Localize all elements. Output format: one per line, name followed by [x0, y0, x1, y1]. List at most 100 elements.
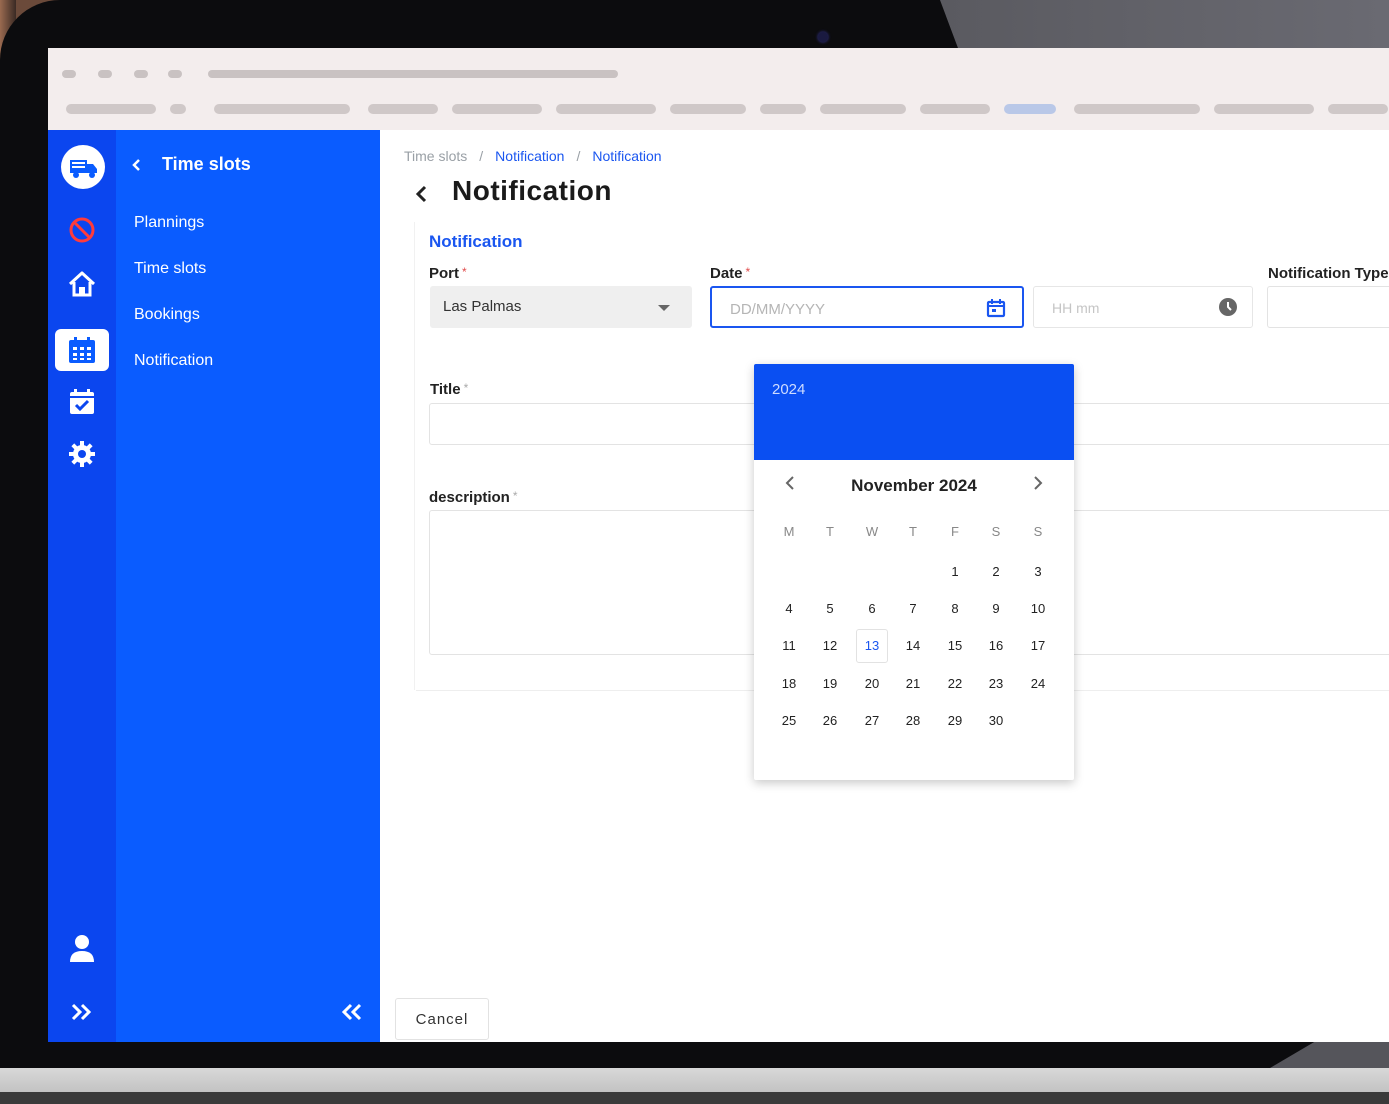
description-label: description *	[429, 489, 518, 506]
next-month-icon[interactable]	[1032, 474, 1044, 497]
day-cell[interactable]: 30	[980, 706, 1012, 736]
day-cell[interactable]: 23	[980, 669, 1012, 699]
day-cell[interactable]: 18	[773, 669, 805, 699]
sidebar-title[interactable]: Time slots	[162, 154, 251, 175]
back-icon[interactable]	[62, 70, 76, 78]
bookmark-item[interactable]	[452, 104, 542, 114]
collapse-sidebar-icon[interactable]	[340, 1002, 364, 1027]
port-select[interactable]: Las Palmas	[430, 286, 692, 328]
forward-icon[interactable]	[98, 70, 112, 78]
page-title: Notification	[452, 175, 612, 206]
address-bar[interactable]	[208, 70, 618, 78]
bookmark-item[interactable]	[556, 104, 656, 114]
calendar-grid-icon[interactable]	[66, 334, 98, 366]
day-cell[interactable]: 16	[980, 631, 1012, 661]
day-cell[interactable]: 12	[814, 631, 846, 661]
webcam	[818, 32, 828, 42]
day-cell[interactable]: 10	[1022, 594, 1054, 624]
day-cell[interactable]: 7	[897, 594, 929, 624]
day-cell[interactable]: 19	[814, 669, 846, 699]
sidebar-item-bookings[interactable]: Bookings	[134, 306, 200, 324]
sidebar: Time slots Plannings Time slots Bookings…	[116, 130, 380, 1042]
bookmark-item[interactable]	[820, 104, 906, 114]
notification-type-select[interactable]	[1267, 286, 1389, 328]
day-cell[interactable]: 22	[939, 669, 971, 699]
day-cell[interactable]: 5	[814, 594, 846, 624]
month-navigation: November 2024	[754, 472, 1074, 500]
date-input[interactable]: DD/MM/YYYY	[710, 286, 1024, 328]
weekday-label: S	[1033, 524, 1043, 539]
day-cell[interactable]: 4	[773, 594, 805, 624]
day-cell[interactable]: 29	[939, 706, 971, 736]
cancel-button[interactable]: Cancel	[395, 998, 489, 1040]
calendar-check-icon[interactable]	[66, 386, 98, 418]
port-select-value: Las Palmas	[443, 298, 522, 315]
weekday-label: T	[826, 524, 834, 539]
breadcrumb-item[interactable]: Time slots	[404, 148, 467, 164]
day-cell[interactable]: 17	[1022, 631, 1054, 661]
date-picker-year[interactable]: 2024	[772, 381, 805, 398]
weekday-label: F	[951, 524, 959, 539]
day-cell[interactable]: 26	[814, 706, 846, 736]
clock-icon[interactable]	[1218, 297, 1238, 317]
back-button[interactable]	[404, 176, 440, 212]
bookmark-item[interactable]	[66, 104, 156, 114]
bookmark-item[interactable]	[368, 104, 438, 114]
title-label: Title *	[430, 381, 469, 398]
day-cell[interactable]: 28	[897, 706, 929, 736]
day-cell[interactable]: 27	[856, 706, 888, 736]
day-cell[interactable]: 21	[897, 669, 929, 699]
breadcrumb-item[interactable]: Notification	[592, 148, 661, 164]
bookmark-item[interactable]	[1004, 104, 1056, 114]
day-cell[interactable]: 2	[980, 557, 1012, 587]
expand-icon[interactable]	[66, 996, 98, 1028]
laptop-base-shadow	[0, 1092, 1389, 1104]
bookmark-item[interactable]	[1214, 104, 1314, 114]
user-icon[interactable]	[66, 932, 98, 964]
day-cell[interactable]: 24	[1022, 669, 1054, 699]
sidebar-item-time-slots[interactable]: Time slots	[134, 260, 206, 278]
chevron-left-icon[interactable]	[132, 154, 142, 177]
day-cell[interactable]: 11	[773, 631, 805, 661]
sidebar-item-notification[interactable]: Notification	[134, 352, 213, 370]
bookmark-item[interactable]	[920, 104, 990, 114]
day-cell[interactable]: 20	[856, 669, 888, 699]
sidebar-item-plannings[interactable]: Plannings	[134, 214, 204, 232]
day-cell[interactable]: 9	[980, 594, 1012, 624]
notification-type-label: Notification Type	[1268, 265, 1389, 282]
day-cell[interactable]: 3	[1022, 557, 1054, 587]
calendar-icon[interactable]	[986, 298, 1006, 318]
bookmark-item[interactable]	[670, 104, 746, 114]
bookmark-item[interactable]	[1328, 104, 1388, 114]
port-label: Port *	[429, 265, 467, 282]
no-entry-icon[interactable]	[66, 214, 98, 246]
home-browser-icon[interactable]	[168, 70, 182, 78]
home-icon[interactable]	[66, 268, 98, 300]
day-cell[interactable]: 1	[939, 557, 971, 587]
day-cell[interactable]: 6	[856, 594, 888, 624]
breadcrumb: Time slots / Notification / Notification	[404, 148, 662, 164]
browser-chrome	[48, 48, 1389, 130]
date-placeholder: DD/MM/YYYY	[730, 301, 826, 318]
breadcrumb-item[interactable]: Notification	[495, 148, 564, 164]
time-input[interactable]: HH mm	[1033, 286, 1253, 328]
day-cell[interactable]: 14	[897, 631, 929, 661]
bookmark-item[interactable]	[1074, 104, 1200, 114]
truck-logo-icon[interactable]	[61, 145, 105, 189]
reload-icon[interactable]	[134, 70, 148, 78]
time-placeholder: HH mm	[1052, 300, 1100, 316]
weekday-label: S	[991, 524, 1001, 539]
gear-icon[interactable]	[66, 438, 98, 470]
bezel-reflection	[940, 0, 1389, 48]
date-picker-header: 2024	[754, 364, 1074, 460]
day-cell[interactable]: 25	[773, 706, 805, 736]
month-label[interactable]: November 2024	[754, 476, 1074, 496]
day-cell-today[interactable]: 13	[856, 629, 888, 663]
bookmark-item[interactable]	[214, 104, 350, 114]
bookmark-item[interactable]	[760, 104, 806, 114]
bookmark-item[interactable]	[170, 104, 186, 114]
day-cell[interactable]: 15	[939, 631, 971, 661]
day-cell[interactable]: 8	[939, 594, 971, 624]
breadcrumb-separator: /	[576, 148, 581, 164]
weekday-label: T	[909, 524, 917, 539]
